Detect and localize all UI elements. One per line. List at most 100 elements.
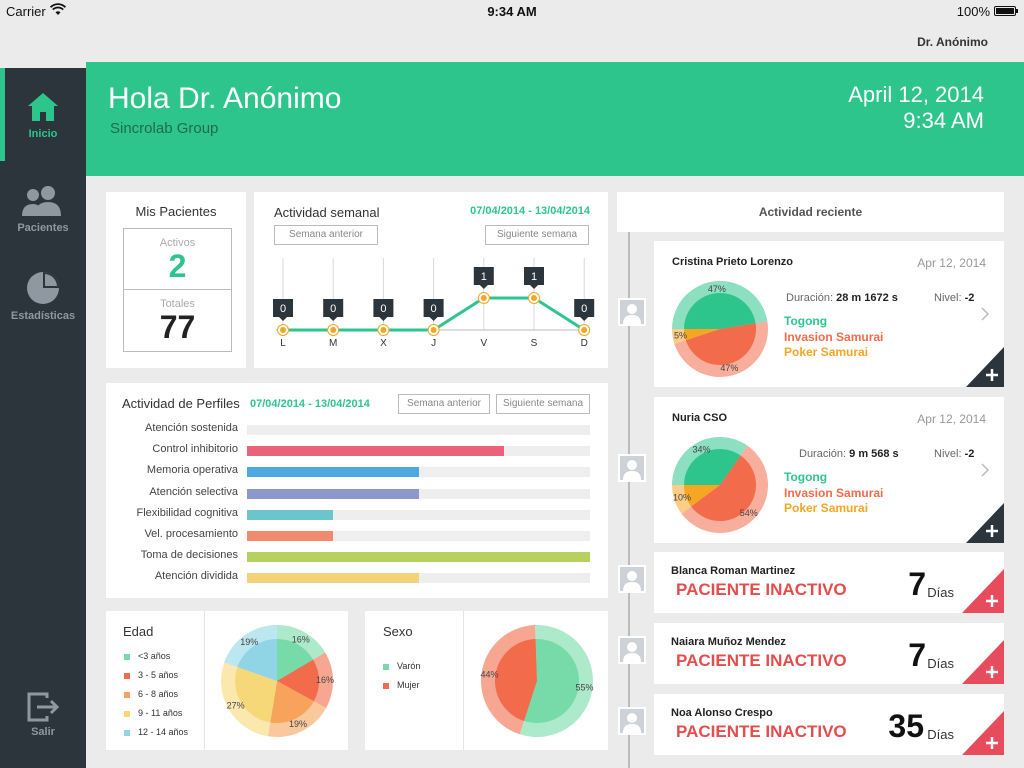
legend-item: 12 - 14 años (124, 727, 188, 737)
data-label: 0 (330, 303, 336, 315)
inactive-patient-card[interactable]: Naiara Muñoz Mendez PACIENTE INACTIVO 7 Día… (654, 623, 1004, 684)
weekly-prev-button[interactable]: Semana anterior (274, 225, 378, 245)
data-point (280, 327, 286, 333)
add-button[interactable] (962, 711, 1004, 755)
profile-bar-row: Atención dividida (106, 570, 596, 584)
activity-date: Apr 12, 2014 (917, 256, 986, 270)
avatar[interactable] (618, 636, 646, 664)
weekly-title: Actividad semanal (274, 205, 380, 220)
patient-name[interactable]: Blanca Roman Martinez (671, 565, 795, 577)
level-label: Nivel: (934, 292, 965, 304)
recent-activity-card[interactable]: Cristina Prieto Lorenzo Apr 12, 2014 47% 47… (654, 241, 1004, 387)
inactive-days-label: Días (927, 585, 954, 600)
avatar[interactable] (618, 298, 646, 326)
sidebar-item-inicio[interactable]: Inicio (0, 90, 86, 140)
profiles-prev-button[interactable]: Semana anterior (398, 394, 490, 414)
profile-bar-row: Atención sostenida (106, 422, 596, 436)
recent-activity-card[interactable]: Nuria CSO Apr 12, 2014 34% 54% 10% Duración: … (654, 397, 1004, 543)
legend-item: 3 - 5 años (124, 670, 178, 680)
data-label-pointer (530, 285, 538, 289)
game-name: Togong (784, 314, 828, 328)
logout-label: Salir (31, 726, 55, 738)
user-name[interactable]: Dr. Anónimo (917, 35, 988, 49)
profiles-next-button[interactable]: Siguiente semana (496, 394, 590, 414)
x-tick-label: J (431, 338, 436, 349)
profile-bar-track (247, 467, 590, 478)
duration-label: Duración: (799, 448, 850, 460)
chevron-right-icon[interactable] (980, 462, 990, 478)
add-button[interactable] (962, 569, 1004, 613)
x-tick-label: S (531, 338, 538, 349)
patient-name[interactable]: Nuria CSO (672, 412, 727, 424)
avatar-placeholder-icon (623, 642, 641, 662)
chevron-right-icon[interactable] (980, 306, 990, 322)
logout-icon (27, 692, 60, 722)
profile-bar-label: Memoria operativa (146, 464, 238, 477)
profile-bar-track (247, 531, 590, 541)
add-button[interactable] (962, 640, 1004, 684)
session-duration: Duración: 9 m 568 s (799, 448, 899, 460)
data-point (480, 295, 487, 301)
data-point (581, 327, 588, 333)
x-tick-label: X (380, 338, 387, 349)
inactive-patient-card[interactable]: Blanca Roman Martinez PACIENTE INACTIVO 7 D… (654, 552, 1004, 613)
game-name: Invasion Samurai (784, 329, 884, 344)
avatar[interactable] (618, 454, 646, 482)
weekly-next-button[interactable]: Siguiente semana (485, 225, 589, 245)
x-tick-label: V (480, 338, 487, 349)
divider (463, 611, 464, 750)
sidebar-item-estadisticas[interactable]: Estadísticas (0, 270, 86, 322)
pie-data-label: 5% (674, 330, 687, 340)
profile-bar-fill (247, 446, 505, 457)
session-pie-chart: 34% 54% 10% (672, 437, 768, 533)
sidebar: Inicio Pacientes Estadísticas Salir (0, 68, 86, 768)
game-name: Togong (784, 470, 828, 484)
legend-item: Mujer (383, 680, 420, 690)
game-name: Poker Samurai (784, 501, 869, 515)
avatar-head (627, 571, 637, 581)
pie-data-label: 19% (289, 719, 307, 729)
legend-item: 6 - 8 años (124, 689, 178, 699)
pie-data-label: 54% (740, 508, 758, 518)
profile-bar-label: Atención sostenida (145, 422, 238, 434)
data-label: 0 (581, 303, 587, 315)
profile-bar-label: Flexibilidad cognitiva (136, 506, 239, 519)
data-label-pointer (580, 317, 589, 321)
legend-swatch (124, 653, 130, 660)
x-tick-label: D (581, 338, 588, 349)
divider (204, 611, 205, 750)
battery-icon (994, 6, 1018, 16)
patients-title: Mis Pacientes (135, 204, 217, 219)
status-time: 9:34 AM (487, 4, 537, 19)
data-point (531, 295, 537, 301)
avatar[interactable] (618, 707, 646, 735)
level-value: -2 (964, 448, 975, 460)
active-count: 2 (168, 248, 187, 284)
active-patients-box[interactable]: Activos 2 (123, 228, 232, 290)
legend-swatch (383, 682, 389, 689)
sex-pie-chart: 55% 44% (480, 625, 594, 737)
data-label: 1 (531, 271, 537, 283)
patient-name[interactable]: Cristina Prieto Lorenzo (672, 256, 793, 268)
total-patients-box[interactable]: Totales 77 (123, 290, 232, 352)
legend-label: Varón (397, 661, 421, 671)
profile-bar-fill (247, 531, 333, 541)
weekly-activity-card: Actividad semanal 07/04/2014 - 13/04/201… (254, 192, 608, 368)
logout-button[interactable]: Salir (0, 692, 86, 738)
header-date: April 12, 2014 (848, 82, 984, 107)
legend-swatch (383, 663, 389, 670)
add-button-bg (966, 347, 1004, 387)
patient-name[interactable]: Naiara Muñoz Mendez (671, 636, 786, 648)
patients-card: Mis Pacientes Activos 2 Totales 77 (106, 192, 246, 368)
avatar-placeholder-icon (623, 460, 641, 480)
avatar-body (623, 315, 641, 324)
add-button[interactable] (966, 347, 1004, 387)
patient-name[interactable]: Noa Alonso Crespo (671, 707, 773, 719)
add-button[interactable] (966, 503, 1004, 543)
inactive-patient-card[interactable]: Noa Alonso Crespo PACIENTE INACTIVO 35 Días (654, 694, 1004, 755)
avatar-placeholder-icon (623, 571, 641, 591)
sidebar-item-pacientes[interactable]: Pacientes (0, 184, 86, 234)
data-label-pointer (279, 317, 287, 321)
avatar-body (623, 653, 641, 662)
avatar[interactable] (618, 565, 646, 593)
